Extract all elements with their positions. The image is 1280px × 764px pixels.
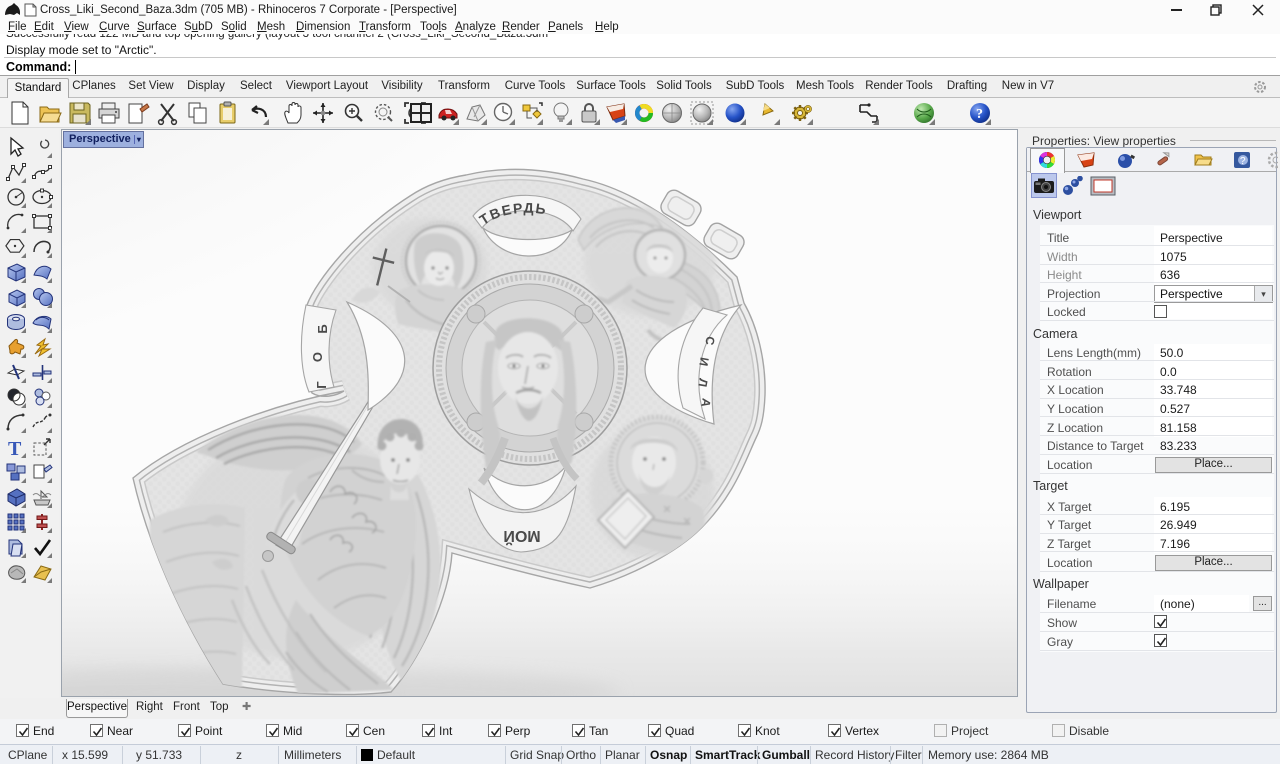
svg-text:Б: Б bbox=[315, 324, 330, 333]
svg-text:Г: Г bbox=[314, 381, 329, 389]
svg-text:МОЙ: МОЙ bbox=[503, 527, 540, 546]
svg-text:?: ? bbox=[1240, 156, 1246, 167]
svg-text:?: ? bbox=[976, 107, 983, 122]
svg-text:T: T bbox=[8, 438, 22, 460]
svg-text:О: О bbox=[310, 352, 325, 362]
